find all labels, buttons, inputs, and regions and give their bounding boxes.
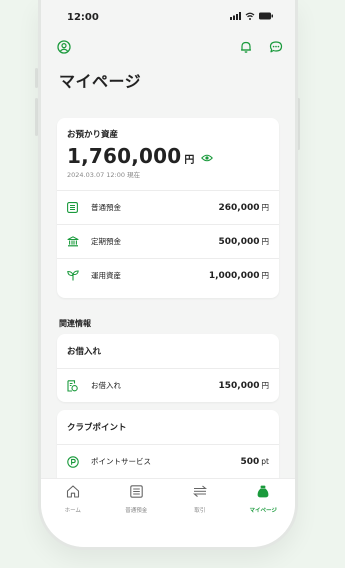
tab-label: マイページ xyxy=(249,508,277,514)
asset-row-value: 260,000 円 xyxy=(218,203,270,213)
assets-list: 普通預金 260,000 円 定期預金 500,000 円 運用資産 1,000… xyxy=(57,190,279,292)
tab-home[interactable]: ホーム xyxy=(43,483,103,547)
point-icon xyxy=(67,455,87,468)
chat-icon[interactable] xyxy=(269,40,283,54)
status-time: 12:00 xyxy=(67,11,99,23)
asset-row-value: 500,000 円 xyxy=(218,237,270,247)
tab-label: 普通預金 xyxy=(125,508,148,514)
club-card-title: クラブポイント xyxy=(67,423,127,433)
wifi-icon xyxy=(245,12,255,23)
tab-bar: ホーム 普通預金 取引 マイページ xyxy=(41,478,295,547)
list-icon xyxy=(67,202,87,213)
assets-total-unit: 円 xyxy=(184,155,195,166)
loan-card: お借入れ お借入れ 150,000 円 xyxy=(57,334,279,402)
tab-label: 取引 xyxy=(194,508,206,514)
asset-row-label: 運用資産 xyxy=(91,271,121,280)
status-bar: 12:00 xyxy=(41,0,295,34)
tab-label: ホーム xyxy=(64,508,81,514)
page-title: マイページ xyxy=(59,72,142,91)
asset-row-label: 定期預金 xyxy=(91,237,121,246)
asset-row-investment[interactable]: 運用資産 1,000,000 円 xyxy=(57,258,279,292)
user-icon[interactable] xyxy=(57,40,71,54)
assets-total: 1,760,000 円 xyxy=(67,144,214,168)
sprout-icon xyxy=(67,270,87,281)
loan-row[interactable]: お借入れ 150,000 円 xyxy=(57,368,279,402)
assets-label: お預かり資産 xyxy=(67,130,119,140)
tab-transactions[interactable]: 取引 xyxy=(170,483,230,547)
eye-icon[interactable] xyxy=(201,147,214,166)
asset-row-value: 1,000,000 円 xyxy=(208,271,269,281)
asset-row-time-deposit[interactable]: 定期預金 500,000 円 xyxy=(57,224,279,258)
tab-ordinary-deposit[interactable]: 普通預金 xyxy=(106,483,166,547)
signal-icon xyxy=(230,11,241,23)
assets-total-amount: 1,760,000 xyxy=(67,144,182,168)
document-icon xyxy=(67,379,87,392)
tab-mypage[interactable]: マイページ xyxy=(233,483,293,547)
point-service-label: ポイントサービス xyxy=(91,457,151,466)
list-icon xyxy=(130,483,143,502)
point-service-row[interactable]: ポイントサービス 500 pt xyxy=(57,444,279,478)
asset-row-ordinary-deposit[interactable]: 普通預金 260,000 円 xyxy=(57,190,279,224)
status-icons xyxy=(230,11,273,23)
bank-icon xyxy=(67,236,87,247)
top-bar xyxy=(57,36,283,58)
moneybag-icon xyxy=(257,483,269,502)
transfer-icon xyxy=(192,483,207,502)
assets-date: 2024.03.07 12:00 現在 xyxy=(67,171,141,179)
loan-row-label: お借入れ xyxy=(91,381,121,390)
loan-card-title: お借入れ xyxy=(67,347,102,357)
bell-icon[interactable] xyxy=(239,40,253,54)
point-service-value: 500 pt xyxy=(240,456,270,467)
assets-card: お預かり資産 1,760,000 円 2024.03.07 12:00 現在 普… xyxy=(57,118,279,298)
home-icon xyxy=(66,483,80,502)
battery-icon xyxy=(259,12,273,23)
related-info-title: 関連情報 xyxy=(59,319,91,328)
loan-row-value: 150,000 円 xyxy=(218,381,270,391)
asset-row-label: 普通預金 xyxy=(91,203,121,212)
phone-frame: 12:00 マイページ お預かり資産 1,760,000 円 2024.03.0… xyxy=(38,0,298,550)
